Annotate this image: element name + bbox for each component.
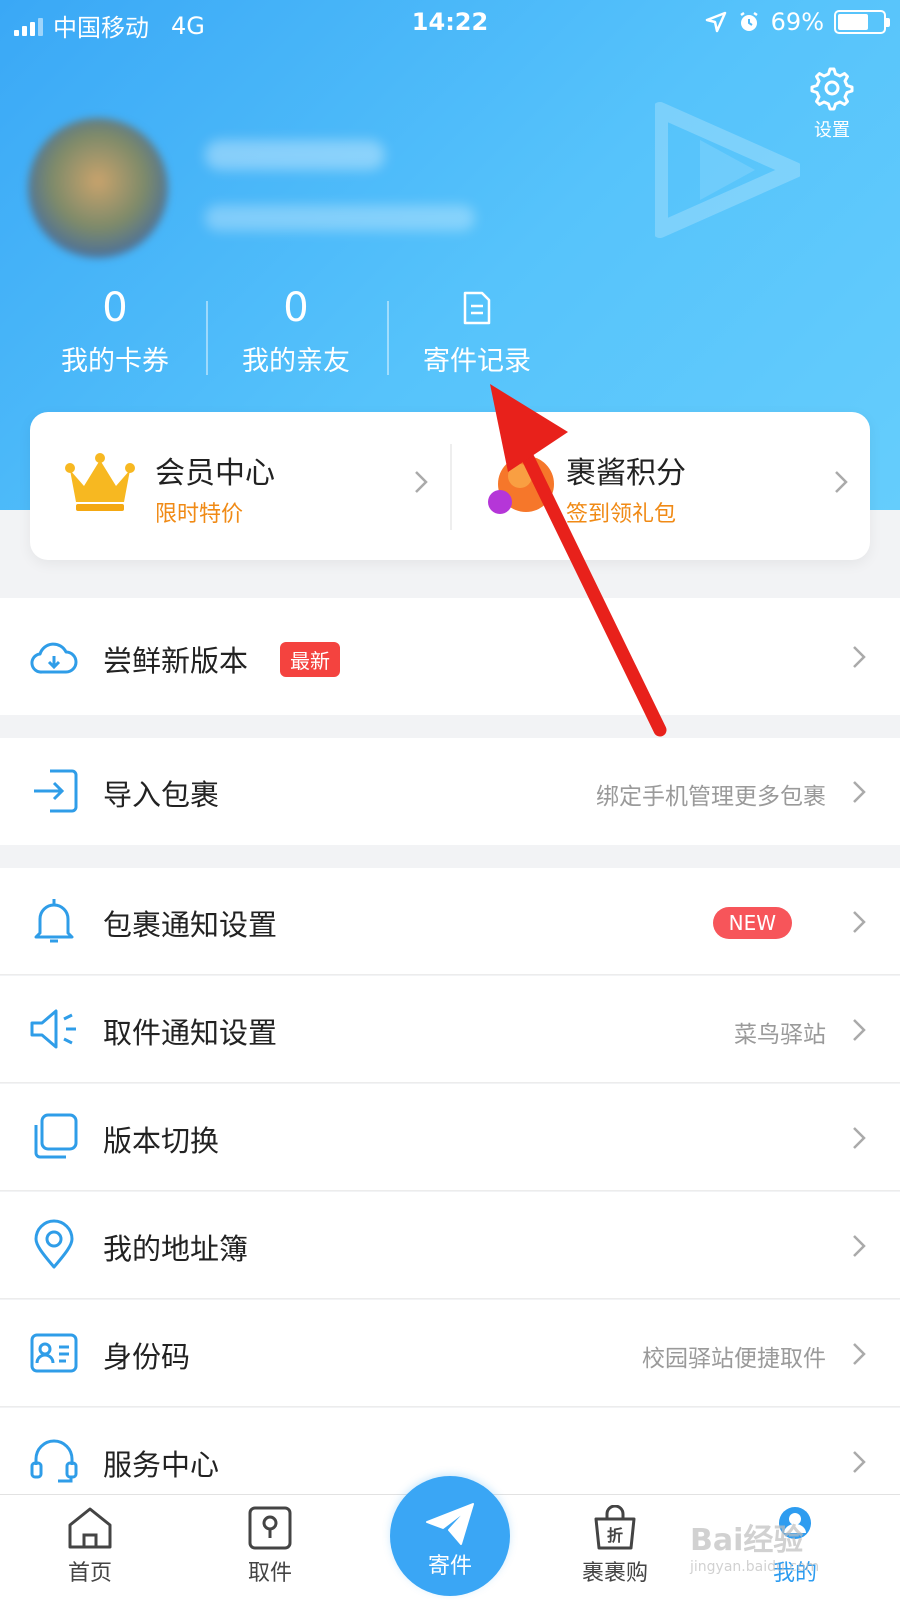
menu-row-address-book[interactable]: 我的地址簿 [0,1192,900,1299]
tab-shop[interactable]: 折 裹裹购 [555,1505,675,1587]
menu-row-import-parcels[interactable]: 导入包裹 绑定手机管理更多包裹 [0,738,900,845]
tab-send-button[interactable]: 寄件 [390,1476,510,1596]
brand-watermark-icon [655,102,800,238]
import-icon [34,769,78,813]
stat-coupons[interactable]: 0 我的卡券 [25,285,205,378]
member-card: 会员中心 限时特价 裹酱积分 签到领礼包 [30,412,870,560]
menu-hint: 绑定手机管理更多包裹 [596,784,826,810]
menu-row-version-switch[interactable]: 版本切换 [0,1084,900,1191]
chevron-right-icon [853,1235,866,1257]
row-separator [0,1190,900,1191]
menu-row-parcel-notification[interactable]: 包裹通知设置 NEW [0,868,900,975]
row-separator [0,1082,900,1083]
menu-label: 我的地址簿 [103,1232,249,1266]
shopping-bag-icon: 折 [594,1505,636,1550]
menu-row-try-new-version[interactable]: 尝鲜新版本 最新 [0,598,900,715]
chevron-right-icon [853,646,866,668]
menu-label: 身份码 [103,1340,191,1374]
chevron-right-icon [415,471,428,493]
username-blurred [205,140,385,170]
chevron-right-icon [835,471,848,493]
row-separator [0,974,900,975]
menu-hint: 菜鸟驿站 [734,1022,826,1048]
points-button[interactable]: 裹酱积分 签到领礼包 [450,412,870,560]
watermark-brand: Bai经验 [690,1523,804,1558]
chevron-right-icon [853,911,866,933]
switch-icon [34,1113,78,1159]
menu-label: 导入包裹 [103,778,220,812]
member-center-subtitle: 限时特价 [155,502,244,527]
tab-home[interactable]: 首页 [30,1505,150,1587]
location-pin-icon [34,1219,74,1269]
baidu-watermark: Bai经验 jingyan.baidu.com [690,1515,819,1575]
stat-shipping-records[interactable]: 寄件记录 [387,285,567,378]
cloud-download-icon [30,642,78,674]
pickup-lock-icon [248,1506,292,1550]
friends-label: 我的亲友 [242,346,350,377]
row-separator [0,1298,900,1299]
chevron-right-icon [853,1127,866,1149]
points-subtitle: 签到领礼包 [566,502,677,527]
alarm-icon [739,11,758,31]
menu-label: 包裹通知设置 [103,908,278,942]
location-arrow-icon [705,11,726,33]
menu-label: 服务中心 [103,1448,220,1482]
row-separator [0,1406,900,1407]
home-icon [68,1507,112,1549]
stat-friends[interactable]: 0 我的亲友 [206,285,386,378]
tab-pickup[interactable]: 取件 [210,1505,330,1587]
chevron-right-icon [853,1451,866,1473]
headset-icon [30,1439,78,1483]
bell-icon [34,899,74,943]
menu-hint: 校园驿站便捷取件 [642,1346,826,1372]
coupons-label: 我的卡券 [61,346,169,377]
tab-pickup-label: 取件 [247,1561,292,1586]
member-center-title: 会员中心 [155,456,275,491]
chevron-right-icon [853,1343,866,1365]
menu-label: 版本切换 [103,1124,220,1158]
settings-label: 设置 [814,120,850,141]
points-title: 裹酱积分 [566,456,686,491]
member-center-button[interactable]: 会员中心 限时特价 [30,412,450,560]
gear-icon [810,67,854,111]
new-badge: NEW [712,907,792,939]
paper-plane-icon [426,1503,474,1545]
records-label: 寄件记录 [423,346,531,377]
speaker-icon [30,1009,76,1049]
chevron-right-icon [853,781,866,803]
tab-shop-label: 裹裹购 [581,1561,648,1586]
chevron-right-icon [853,1019,866,1041]
stats-bar: 0 我的卡券 0 我的亲友 寄件记录 [25,285,565,380]
battery-icon [834,10,890,34]
avatar[interactable] [28,118,168,258]
points-mascot-icon [488,456,554,514]
menu-row-pickup-notification[interactable]: 取件通知设置 菜鸟驿站 [0,976,900,1083]
status-bar: 中国移动 4G 14:22 69% [0,0,900,44]
tab-send-label: 寄件 [427,1554,472,1579]
id-card-icon [30,1333,78,1373]
shop-discount-mark: 折 [607,1526,623,1545]
crown-icon [65,453,135,511]
coupons-count: 0 [102,285,128,331]
battery-percent: 69% [770,8,824,36]
tab-home-label: 首页 [67,1561,112,1586]
user-subtitle-blurred [205,205,475,231]
friends-count: 0 [283,285,309,331]
document-icon [463,291,491,325]
new-badge: 最新 [280,642,340,677]
menu-label: 取件通知设置 [103,1016,278,1050]
settings-button[interactable]: 设置 [804,64,860,142]
menu-row-identity-code[interactable]: 身份码 校园驿站便捷取件 [0,1300,900,1407]
records-icon-wrap [387,285,567,331]
watermark-url: jingyan.baidu.com [690,1559,820,1575]
menu-label: 尝鲜新版本 [103,644,249,678]
